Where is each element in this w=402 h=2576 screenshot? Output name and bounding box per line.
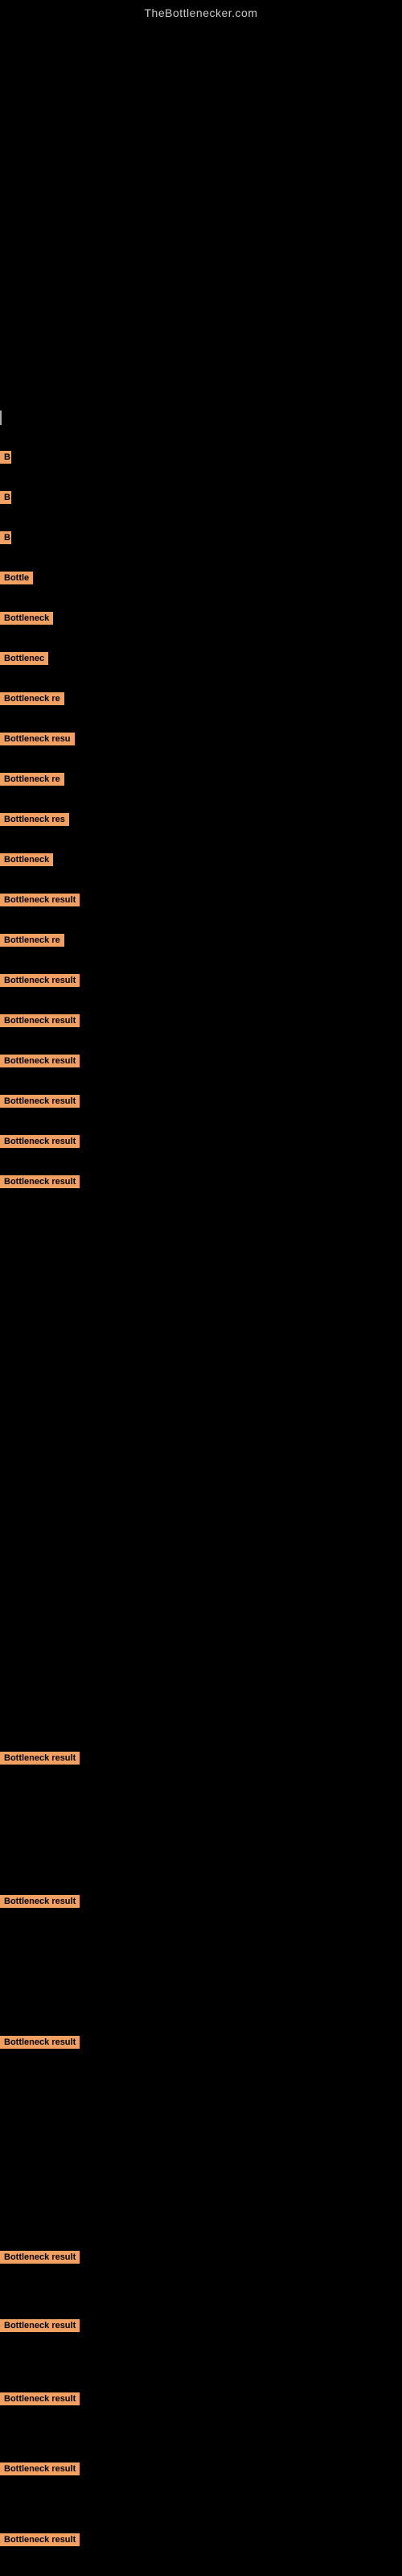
bottleneck-label-22: Bottleneck result <box>0 2036 80 2049</box>
bottleneck-label-6: Bottlenec <box>0 652 48 665</box>
bottleneck-label-26: Bottleneck result <box>0 2462 80 2475</box>
bottleneck-label-8: Bottleneck resu <box>0 733 75 745</box>
bottleneck-label-23: Bottleneck result <box>0 2251 80 2264</box>
bottleneck-label-15: Bottleneck result <box>0 1014 80 1027</box>
bottleneck-label-21: Bottleneck result <box>0 1895 80 1908</box>
bottleneck-label-25: Bottleneck result <box>0 2392 80 2405</box>
bottleneck-label-13: Bottleneck re <box>0 934 64 947</box>
bottleneck-label-9: Bottleneck re <box>0 773 64 786</box>
bottleneck-label-10: Bottleneck res <box>0 813 69 826</box>
bottleneck-label-16: Bottleneck result <box>0 1055 80 1067</box>
site-title: TheBottlenecker.com <box>0 0 402 19</box>
bottleneck-label-18: Bottleneck result <box>0 1135 80 1148</box>
bottleneck-label-11: Bottleneck <box>0 853 53 866</box>
bottleneck-label-14: Bottleneck result <box>0 974 80 987</box>
bottleneck-label-17: Bottleneck result <box>0 1095 80 1108</box>
bottleneck-label-12: Bottleneck result <box>0 894 80 906</box>
bottleneck-label-2: B <box>0 491 11 504</box>
bottleneck-label-27: Bottleneck result <box>0 2533 80 2546</box>
bottleneck-label-20: Bottleneck result <box>0 1752 80 1765</box>
bottleneck-label-1: B <box>0 451 11 464</box>
bottleneck-label-5: Bottleneck <box>0 612 53 625</box>
bottleneck-label-19: Bottleneck result <box>0 1175 80 1188</box>
bottleneck-label-4: Bottle <box>0 572 33 584</box>
bottleneck-label-24: Bottleneck result <box>0 2319 80 2332</box>
bottleneck-label-3: B <box>0 531 11 544</box>
cursor-line <box>0 411 2 425</box>
bottleneck-label-7: Bottleneck re <box>0 692 64 705</box>
